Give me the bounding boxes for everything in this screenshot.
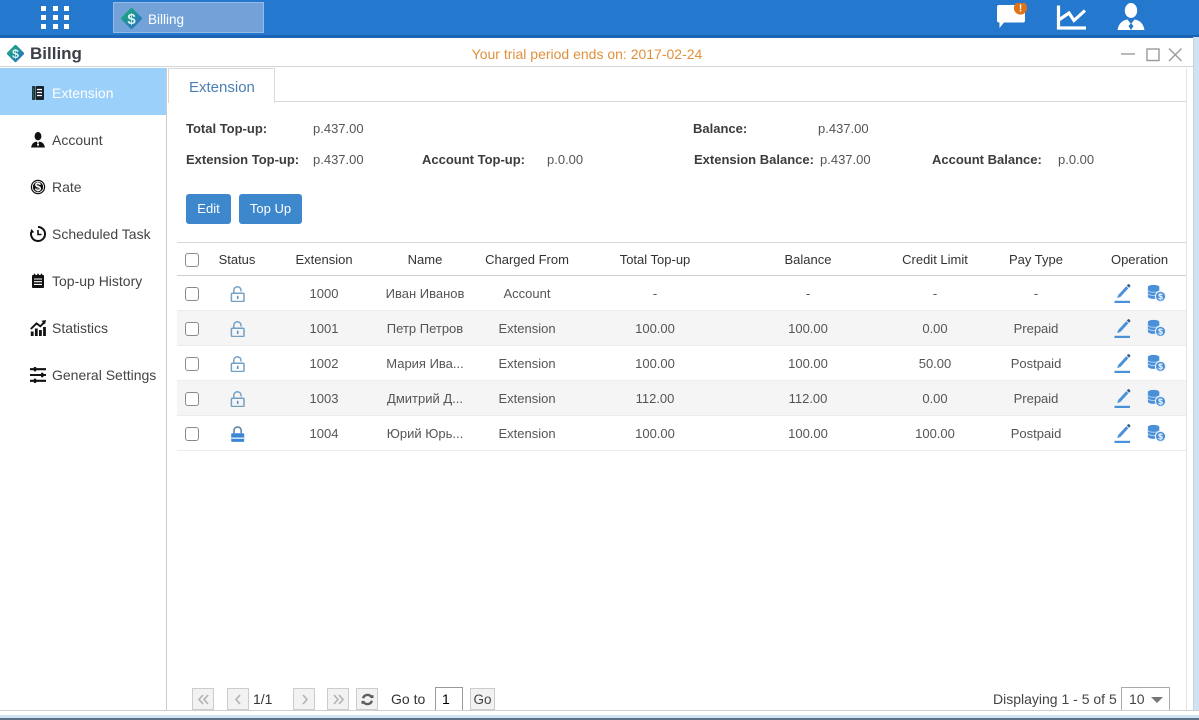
svg-text:$: $: [127, 11, 136, 28]
svg-text:$: $: [35, 182, 42, 194]
svg-text:!: !: [1019, 4, 1022, 15]
